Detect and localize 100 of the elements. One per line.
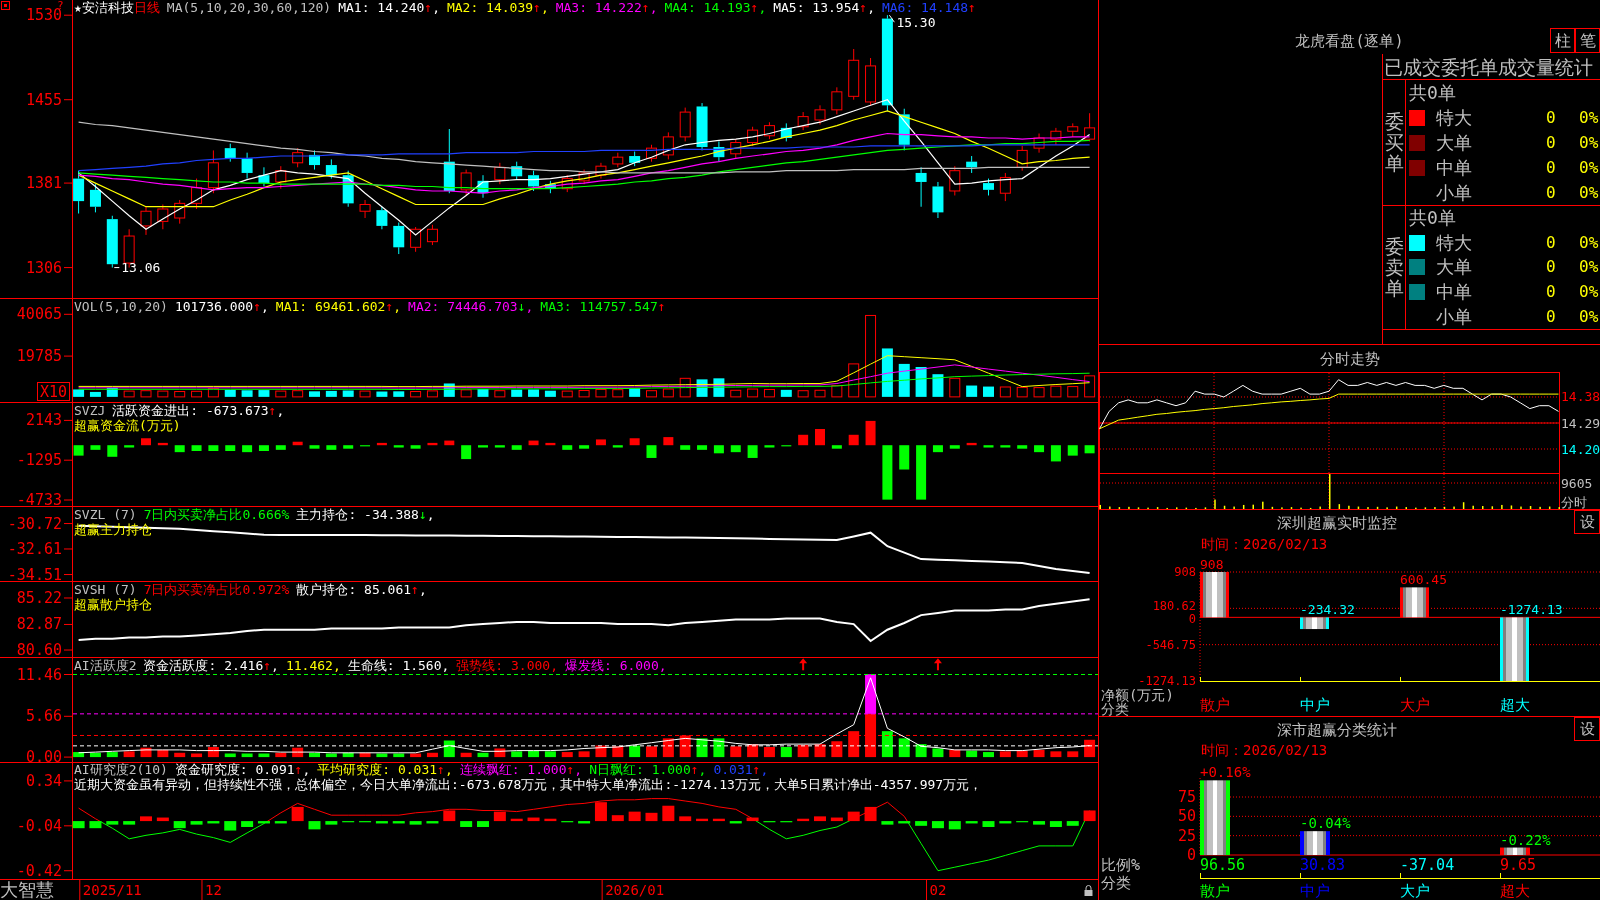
value-label: -234.32	[1300, 602, 1355, 618]
order-type: 中单	[1436, 282, 1472, 303]
order-type: 特大	[1436, 232, 1472, 253]
value-label: 908	[1200, 557, 1224, 572]
indicator-reading: MA1: 69461.602↑,	[275, 299, 402, 314]
indicator-name: SVZJ	[74, 403, 106, 418]
indicator-name: AI活跃度2	[74, 658, 137, 673]
axis-title: 分类	[1101, 874, 1131, 892]
axis-label: 14.20	[1561, 441, 1600, 457]
axis-label: -0.04	[16, 816, 62, 835]
order-share: 0%	[1579, 133, 1599, 152]
panel-title: 深圳超赢实时监控	[1276, 513, 1397, 532]
axis-label: 40065	[16, 305, 62, 324]
category-label: 中户	[1300, 696, 1330, 714]
annotation: 13.06	[121, 260, 161, 276]
axis-label: -546.75	[1145, 637, 1196, 652]
date-time: 时间：2026/02/13	[1201, 535, 1328, 552]
category-label: 超大	[1500, 882, 1530, 900]
axis-label: -0.42	[16, 861, 62, 879]
axis-label: 25	[1177, 826, 1196, 845]
order-share: 0%	[1579, 283, 1599, 302]
order-type: 小单	[1436, 306, 1472, 327]
period-label: 日线	[133, 0, 160, 15]
order-share: 0%	[1579, 183, 1599, 202]
indicator-reading: 资金活跃度: 2.416↑,	[143, 658, 279, 673]
order-type: 中单	[1436, 157, 1472, 178]
order-total: 共0单	[1409, 208, 1456, 229]
indicator-reading: 生命线: 1.560,	[347, 658, 450, 673]
order-count: 0	[1546, 183, 1556, 202]
axis-label: 0.34	[25, 771, 62, 790]
axis-label: 5.66	[25, 707, 62, 726]
stock-name: ★安洁科技	[74, 0, 134, 15]
value-label: 600.45	[1400, 572, 1447, 588]
axis-label: -34.51	[7, 565, 62, 581]
order-share: 0%	[1579, 258, 1599, 277]
indicator-name: MA(5,10,20,30,60,120)	[166, 0, 332, 15]
indicator-reading: MA2: 74446.703↓,	[408, 299, 534, 314]
axis-note: 分时	[1561, 494, 1587, 509]
order-count: 0	[1546, 258, 1556, 277]
table-title: 已成交委托单成交量统计	[1384, 55, 1593, 78]
value-label: -1274.13	[1500, 602, 1563, 618]
indicator-reading: 爆发线: 6.000,	[565, 658, 667, 673]
order-share: 0%	[1579, 307, 1599, 326]
change-label: -0.22%	[1500, 831, 1551, 848]
indicator-reading: N日飘红: 1.000↑,	[589, 762, 707, 777]
axis-label: 0.00	[25, 748, 62, 762]
indicator-reading: MA1: 14.240↑,	[338, 0, 440, 15]
panel-title: 分时走势	[1319, 349, 1380, 368]
axis-label: 0	[1188, 612, 1196, 627]
category-label: 散户	[1200, 882, 1230, 900]
axis-label: 11.46	[16, 665, 62, 684]
change-label: -0.04%	[1300, 815, 1351, 832]
category-label: 大户	[1400, 696, 1430, 714]
indicator-reading: MA4: 14.193↑,	[664, 0, 767, 15]
order-count: 0	[1546, 108, 1556, 127]
axis-label: 14.38	[1561, 389, 1600, 405]
category-label: 超大	[1500, 696, 1530, 714]
indicator-reading: 平均研究度: 0.031↑,	[317, 762, 453, 777]
indicator-reading: 主力持仓: -34.388↓,	[296, 507, 435, 522]
order-count: 0	[1546, 307, 1556, 326]
order-share: 0%	[1579, 158, 1599, 177]
indicator-reading: 11.462,	[285, 658, 341, 673]
price-annotation: 15.30	[888, 14, 936, 30]
order-share: 0%	[1579, 233, 1599, 252]
axis-label: -30.72	[7, 514, 62, 533]
indicator-reading: MA2: 14.039↑,	[446, 0, 549, 15]
indicator-name: AI研究度2(10)	[74, 762, 168, 777]
order-share: 0%	[1579, 108, 1599, 127]
axis-title: 净额(万元)	[1101, 687, 1174, 703]
side-label: 委卖单	[1384, 236, 1404, 299]
axis-label: 82.87	[16, 615, 62, 634]
indicator-reading: MA3: 114757.547↑	[540, 299, 666, 314]
category-label: 散户	[1200, 696, 1230, 714]
axis-label: 50	[1177, 807, 1196, 826]
indicator-reading: 散户持仓: 85.061↑,	[296, 582, 427, 597]
axis-label: -1274.13	[1138, 674, 1196, 688]
indicator-reading: MA3: 14.222↑,	[555, 0, 658, 15]
indicator-name: VOL(5,10,20)	[74, 299, 168, 314]
date-label: 2025/11	[82, 882, 142, 898]
annotation: 15.30	[896, 14, 936, 30]
change-label: +0.16%	[1200, 764, 1251, 781]
order-type: 小单	[1436, 182, 1472, 203]
brand-name: 大智慧	[0, 880, 54, 900]
indicator-subtitle: 超赢散户持仓	[74, 597, 152, 612]
axis-label: 1530	[25, 6, 62, 25]
axis-label: 0	[1186, 846, 1196, 864]
indicator-reading: MA6: 14.148↑	[881, 0, 976, 15]
value-label: 30.83	[1300, 856, 1346, 874]
date-time: 时间：2026/02/13	[1201, 742, 1328, 758]
axis-label: 19785	[16, 347, 62, 366]
order-type: 大单	[1436, 257, 1472, 278]
category-label: 中户	[1300, 882, 1330, 900]
date-label: 02	[929, 882, 947, 898]
indicator-reading: 资金研究度: 0.091↑,	[174, 762, 311, 777]
axis-label: -32.61	[7, 540, 62, 558]
date-label: 2026/01	[605, 882, 665, 898]
axis-label: 1381	[25, 174, 62, 193]
axis-label: 180.62	[1152, 599, 1196, 614]
indicator-reading: 7日内买卖净占比0.666%	[143, 507, 290, 522]
indicator-reading: MA5: 13.954↑,	[773, 0, 875, 15]
